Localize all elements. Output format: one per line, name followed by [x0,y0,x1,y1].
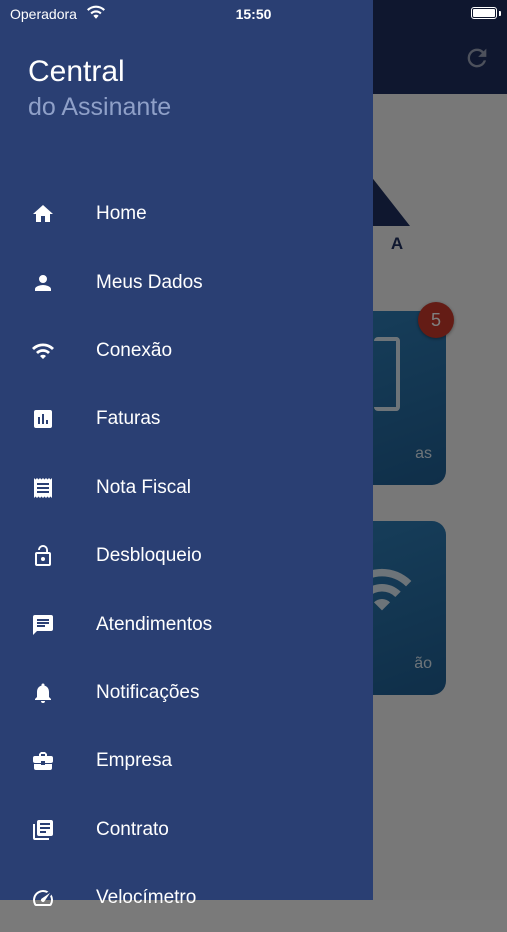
menu-label: Home [96,203,147,225]
menu-item-atendimentos[interactable]: Atendimentos [0,590,373,658]
status-bar: Operadora 15:50 [0,0,507,28]
battery-tip [499,11,501,16]
menu-label: Nota Fiscal [96,476,192,498]
menu-label: Meus Dados [96,271,203,293]
menu-item-notificacoes[interactable]: Notificações [0,659,373,727]
menu-item-faturas[interactable]: Faturas [0,385,373,453]
battery-icon [471,7,497,19]
menu-item-nota-fiscal[interactable]: Nota Fiscal [0,454,373,522]
drawer-title: Central [28,55,125,88]
drawer-menu: Home Meus Dados Conexão Faturas Nota Fis… [0,180,373,932]
menu-label: Velocímetro [96,887,197,909]
drawer-subtitle: do Assinante [28,93,172,121]
menu-label: Contrato [96,818,169,840]
menu-item-empresa[interactable]: Empresa [0,727,373,795]
menu-label: Atendimentos [96,613,213,635]
menu-item-home[interactable]: Home [0,180,373,248]
menu-item-conexao[interactable]: Conexão [0,317,373,385]
menu-item-contrato[interactable]: Contrato [0,796,373,864]
library-books-icon [30,817,56,843]
briefcase-icon [30,748,56,774]
menu-item-velocimetro[interactable]: Velocímetro [0,864,373,932]
menu-label: Empresa [96,750,173,772]
menu-label: Desbloqueio [96,545,202,567]
menu-item-desbloqueio[interactable]: Desbloqueio [0,522,373,590]
menu-label: Conexão [96,339,173,361]
speedometer-icon [30,885,56,911]
wifi-icon [30,338,56,364]
navigation-drawer: Central do Assinante Home Meus Dados Con… [0,0,373,908]
chat-icon [30,612,56,638]
bell-icon [30,680,56,706]
menu-label: Faturas [96,408,161,430]
menu-label: Notificações [96,681,200,703]
person-icon [30,270,56,296]
unlock-icon [30,543,56,569]
receipt-icon [30,475,56,501]
home-icon [30,201,56,227]
menu-item-meus-dados[interactable]: Meus Dados [0,248,373,316]
status-time: 15:50 [235,6,272,22]
bar-chart-icon [30,406,56,432]
